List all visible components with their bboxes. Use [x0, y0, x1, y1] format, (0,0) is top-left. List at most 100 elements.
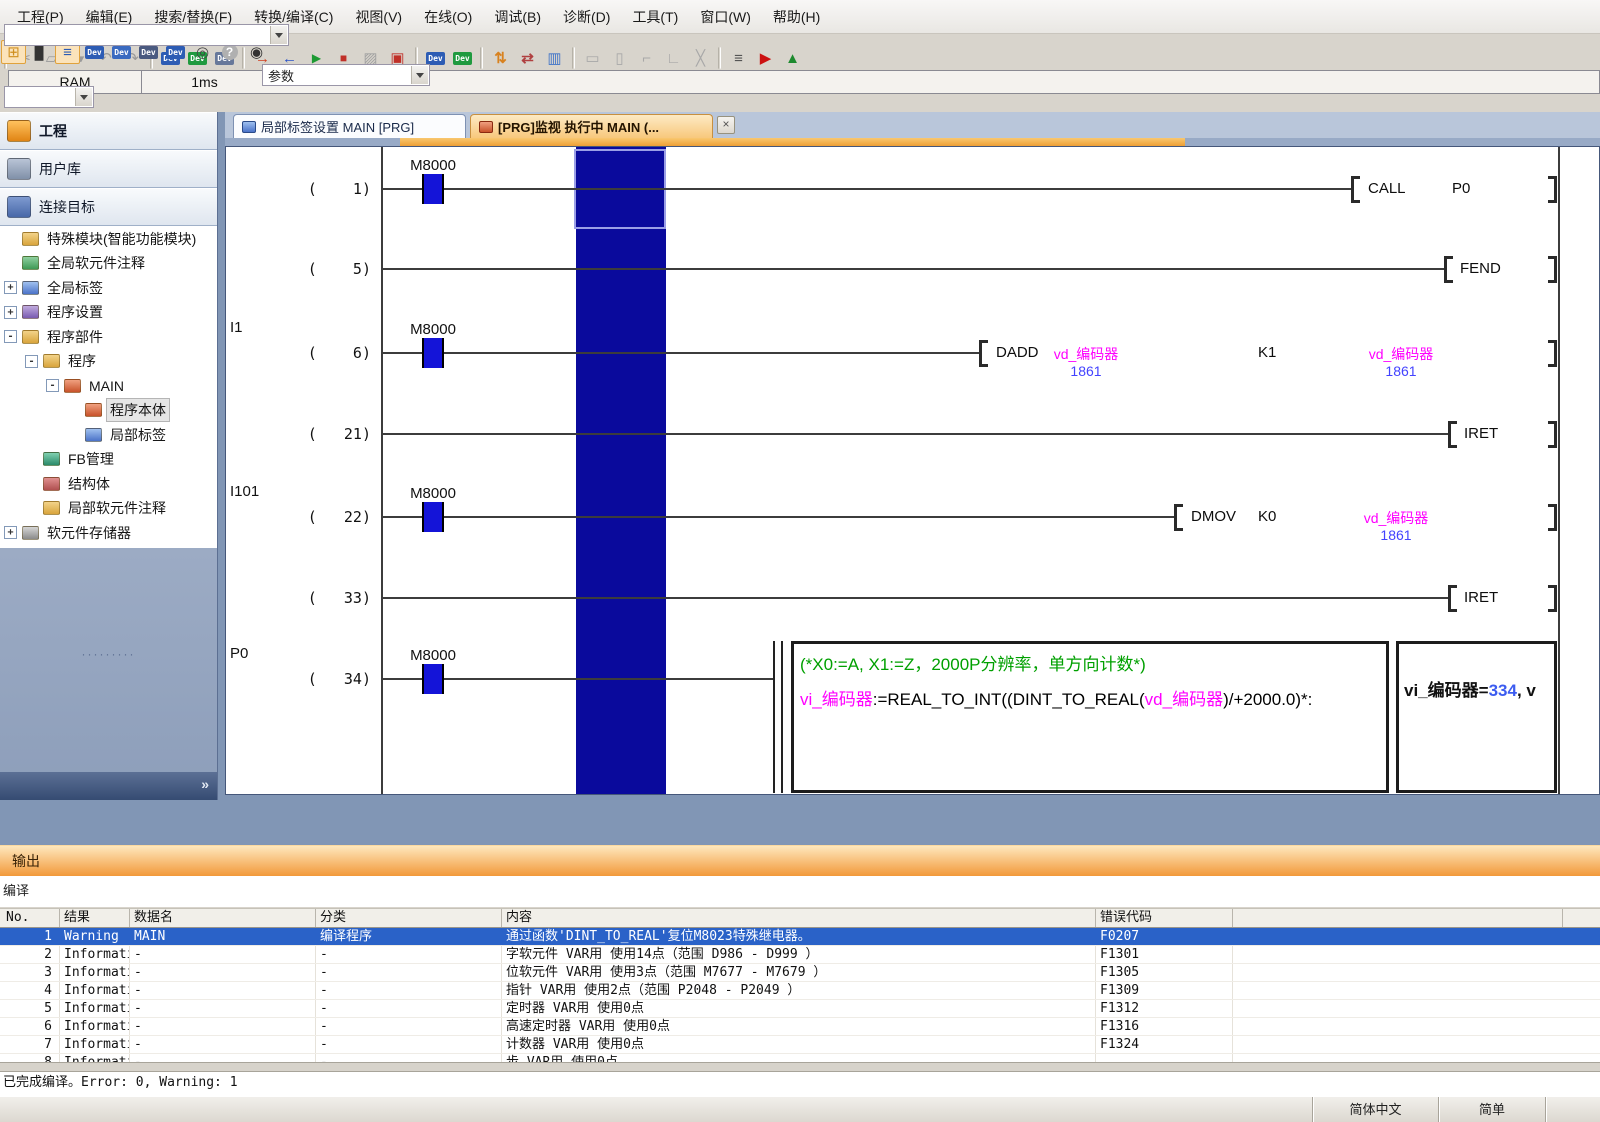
window-select-combo[interactable]: [4, 24, 289, 46]
instruction-arg[interactable]: P0: [1452, 180, 1470, 197]
output-row[interactable]: 5Information--定时器 VAR用 使用0点F1312: [0, 1000, 1600, 1018]
menu-item[interactable]: 窗口(W): [689, 4, 762, 30]
device-label[interactable]: vd_编码器: [1331, 508, 1461, 528]
tree-expander-icon[interactable]: -: [46, 379, 59, 392]
tree-item[interactable]: 程序本体: [0, 398, 217, 423]
device-label[interactable]: vd_编码器: [1336, 344, 1466, 364]
output-row[interactable]: 1WarningMAIN编译程序通过函数'DINT_TO_REAL'复位M802…: [0, 928, 1600, 946]
toolbar-button[interactable]: ▯: [607, 46, 632, 70]
tree-expander-icon[interactable]: +: [4, 306, 17, 319]
instruction-arg[interactable]: K0: [1258, 508, 1276, 525]
toolbar-button[interactable]: ▶: [753, 46, 778, 70]
toolbar-button[interactable]: Dev: [450, 46, 475, 70]
tree-expander-icon[interactable]: -: [4, 330, 17, 343]
menu-item[interactable]: 诊断(D): [552, 4, 621, 30]
contact-m8000-on[interactable]: [422, 502, 444, 532]
tree-item[interactable]: - MAIN: [0, 374, 217, 399]
compile-tab-label[interactable]: 编译: [0, 876, 1600, 908]
tree-item[interactable]: 特殊模块(智能功能模块): [0, 227, 217, 252]
toolbar-button[interactable]: ⌐: [634, 46, 659, 70]
tree-expander-icon[interactable]: [4, 232, 17, 245]
rung-wire: [381, 188, 1351, 190]
output-row[interactable]: 2Information--字软元件 VAR用 使用14点（范围 D986 - …: [0, 946, 1600, 964]
contact-m8000-on[interactable]: [422, 664, 444, 694]
contact-m8000-on[interactable]: [422, 174, 444, 204]
tree-expander-icon[interactable]: [4, 257, 17, 270]
instruction-open-bracket: [1448, 421, 1457, 448]
tree-item[interactable]: 局部标签: [0, 423, 217, 448]
instruction-arg[interactable]: K1: [1258, 344, 1276, 361]
output-row[interactable]: 8Information--步 VAR用 使用0点: [0, 1054, 1600, 1062]
view-switch-button[interactable]: 工程: [0, 112, 217, 150]
menu-item[interactable]: 帮助(H): [762, 4, 831, 30]
tree-item[interactable]: + 全局标签: [0, 276, 217, 301]
toolbar-button[interactable]: ⇄: [515, 46, 540, 70]
tree-item-label: 程序设置: [44, 301, 106, 323]
instruction-open-bracket: [1351, 176, 1360, 203]
menu-item[interactable]: 视图(V): [344, 4, 413, 30]
output-row[interactable]: 7Information--计数器 VAR用 使用0点F1324: [0, 1036, 1600, 1054]
tree-expander-icon[interactable]: +: [4, 526, 17, 539]
menu-item[interactable]: 工具(T): [621, 4, 689, 30]
tree-item[interactable]: + 程序设置: [0, 300, 217, 325]
inline-st-box[interactable]: (*X0:=A, X1:=Z，2000P分辨率，单方向计数*) vi_编码器:=…: [791, 641, 1389, 793]
toolbar-button[interactable]: ≡: [726, 46, 751, 70]
tree-expander-icon[interactable]: [25, 453, 38, 466]
output-splitter[interactable]: [0, 1062, 1600, 1072]
tab-close-icon[interactable]: ×: [717, 116, 735, 134]
tab-program-monitor[interactable]: [PRG]监视 执行中 MAIN (...: [470, 114, 713, 138]
tree-item[interactable]: 局部软元件注释: [0, 496, 217, 521]
combo-arrow-icon[interactable]: [411, 66, 428, 84]
toolbar-button[interactable]: ▥: [542, 46, 567, 70]
tab-local-label-setting[interactable]: 局部标签设置 MAIN [PRG]: [233, 114, 466, 138]
tree-item[interactable]: - 程序: [0, 349, 217, 374]
st-box-connector: [773, 641, 783, 793]
toolbar-button[interactable]: ▭: [580, 46, 605, 70]
tree-expander-icon[interactable]: +: [4, 281, 17, 294]
output-row[interactable]: 6Information--高速定时器 VAR用 使用0点F1316: [0, 1018, 1600, 1036]
tree-item[interactable]: 全局软元件注释: [0, 251, 217, 276]
toolbar-button[interactable]: ⇅: [488, 46, 513, 70]
output-row[interactable]: 4Information--指针 VAR用 使用2点（范围 P2048 - P2…: [0, 982, 1600, 1000]
project-tree: + 参数 特殊模块(智能功能模块) 全局软元件注释: [0, 202, 217, 548]
instruction-call[interactable]: CALL: [1368, 180, 1406, 197]
instruction-dmov[interactable]: DMOV: [1191, 508, 1236, 525]
rung-wire: [381, 597, 1448, 599]
tree-item[interactable]: + 软元件存储器: [0, 521, 217, 546]
tree-expander-icon[interactable]: [67, 404, 80, 417]
tree-expander-icon[interactable]: -: [25, 355, 38, 368]
tree-item[interactable]: 结构体: [0, 472, 217, 497]
toolbar-button[interactable]: ▲: [780, 46, 805, 70]
language-indicator: 简体中文: [1312, 1097, 1438, 1122]
st-watch-box[interactable]: vi_编码器=334, v: [1396, 641, 1557, 793]
panel-grip[interactable]: ·········: [0, 650, 217, 658]
tree-item[interactable]: - 程序部件: [0, 325, 217, 350]
device-label[interactable]: vd_编码器: [1021, 344, 1151, 364]
output-row[interactable]: 3Information--位软元件 VAR用 使用3点（范围 M7677 - …: [0, 964, 1600, 982]
toolbar-button[interactable]: ╳: [688, 46, 713, 70]
tree-item[interactable]: FB管理: [0, 447, 217, 472]
instruction-close-bracket: [1548, 421, 1557, 448]
tree-expander-icon[interactable]: [25, 477, 38, 490]
view-switch-button[interactable]: 连接目标: [0, 188, 217, 226]
view-switch-button[interactable]: 用户库: [0, 150, 217, 188]
instruction-iret[interactable]: IRET: [1464, 589, 1498, 606]
tree-expander-icon[interactable]: [67, 428, 80, 441]
tree-item-icon: [85, 403, 102, 417]
ladder-canvas[interactable]: ( 1) M8000 CALL P0 ( 5) FEND I1 ( 6): [225, 146, 1600, 795]
combo-arrow-icon[interactable]: [270, 26, 287, 44]
data-select-combo[interactable]: 参数: [262, 64, 430, 86]
tree-item-icon: [43, 452, 60, 466]
combo-arrow-icon[interactable]: [75, 88, 92, 106]
menu-item[interactable]: 调试(B): [483, 4, 552, 30]
tree-item-label: 局部标签: [107, 424, 169, 446]
instruction-iret[interactable]: IRET: [1464, 425, 1498, 442]
menu-item[interactable]: 在线(O): [413, 4, 483, 30]
pointer-label: P0: [230, 645, 248, 662]
instruction-fend[interactable]: FEND: [1460, 260, 1501, 277]
contact-m8000-on[interactable]: [422, 338, 444, 368]
more-buttons-chevron[interactable]: »: [201, 776, 209, 792]
toolbar-button[interactable]: ∟: [661, 46, 686, 70]
tree-expander-icon[interactable]: [25, 502, 38, 515]
secondary-combo[interactable]: [4, 86, 94, 108]
